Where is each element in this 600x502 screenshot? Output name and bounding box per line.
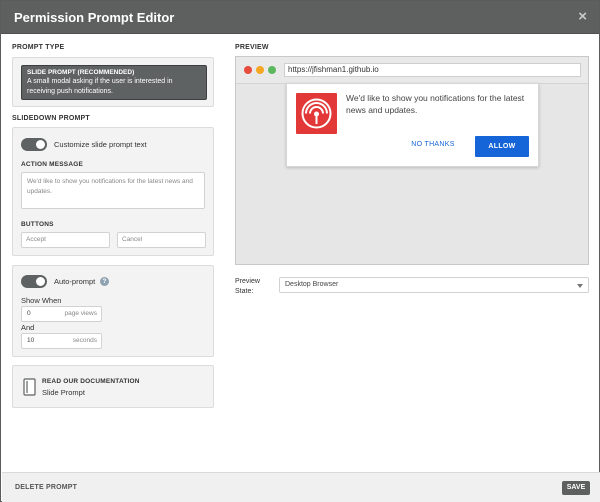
prompt-type-panel: SLIDE PROMPT (RECOMMENDED) A small modal… <box>12 57 214 107</box>
documentation-panel[interactable]: READ OUR DOCUMENTATION Slide Prompt <box>12 365 214 408</box>
slidedown-prompt-label: SLIDEDOWN PROMPT <box>12 115 90 122</box>
customize-text-toggle[interactable] <box>21 138 47 151</box>
window-close-dot <box>244 66 252 74</box>
save-button[interactable]: SAVE <box>562 481 590 495</box>
close-icon[interactable]: × <box>578 8 587 25</box>
buttons-label: BUTTONS <box>21 221 54 228</box>
preview-state-label: Preview State: <box>235 278 260 295</box>
no-thanks-button[interactable]: NO THANKS <box>407 138 459 152</box>
slidedown-panel: Customize slide prompt text ACTION MESSA… <box>12 127 214 256</box>
title-bar: Permission Prompt Editor × <box>1 1 599 34</box>
slide-prompt-option[interactable]: SLIDE PROMPT (RECOMMENDED) A small modal… <box>21 65 207 100</box>
url-bar: https://jfishman1.github.io <box>284 63 581 77</box>
delete-prompt-button[interactable]: DELETE PROMPT <box>15 484 77 491</box>
page-views-unit: page views <box>64 310 97 317</box>
window-maximize-dot <box>268 66 276 74</box>
seconds-unit: seconds <box>72 337 97 344</box>
cancel-button-input[interactable]: Cancel <box>117 232 206 248</box>
slidedown-prompt-preview: We'd like to show you notifications for … <box>286 83 539 167</box>
seconds-input[interactable]: 10 seconds <box>21 333 102 349</box>
editor-window: Permission Prompt Editor × PROMPT TYPE S… <box>0 0 600 502</box>
slide-prompt-option-title: SLIDE PROMPT (RECOMMENDED) <box>27 69 135 76</box>
window-title: Permission Prompt Editor <box>14 10 175 25</box>
documentation-heading: READ OUR DOCUMENTATION <box>42 378 140 385</box>
dropdown-caret-icon <box>577 284 583 288</box>
footer-bar: DELETE PROMPT SAVE <box>2 472 600 502</box>
notification-bell-icon <box>296 93 337 134</box>
preview-state-value: Desktop Browser <box>285 281 339 288</box>
action-message-label: ACTION MESSAGE <box>21 161 84 168</box>
page-views-value: 0 <box>27 310 31 317</box>
accept-button-input[interactable]: Accept <box>21 232 110 248</box>
autoprompt-panel: Auto-prompt ? Show When 0 page views And… <box>12 265 214 357</box>
prompt-type-label: PROMPT TYPE <box>12 44 65 51</box>
action-message-input[interactable]: We'd like to show you notifications for … <box>21 172 205 209</box>
and-label: And <box>21 323 35 332</box>
autoprompt-label: Auto-prompt <box>54 277 96 286</box>
window-minimize-dot <box>256 66 264 74</box>
preview-state-select[interactable]: Desktop Browser <box>279 277 589 293</box>
customize-text-label: Customize slide prompt text <box>54 140 147 149</box>
autoprompt-toggle[interactable] <box>21 275 47 288</box>
prompt-message: We'd like to show you notifications for … <box>346 93 525 115</box>
preview-label: PREVIEW <box>235 44 269 51</box>
slide-prompt-option-description: A small modal asking if the user is inte… <box>27 78 173 95</box>
show-when-label: Show When <box>21 296 62 305</box>
seconds-value: 10 <box>27 337 35 344</box>
help-icon[interactable]: ? <box>100 277 109 286</box>
page-views-input[interactable]: 0 page views <box>21 306 102 322</box>
browser-toolbar: https://jfishman1.github.io <box>236 57 588 84</box>
document-icon <box>23 378 36 396</box>
documentation-link[interactable]: Slide Prompt <box>42 388 85 397</box>
allow-button[interactable]: ALLOW <box>475 136 529 157</box>
